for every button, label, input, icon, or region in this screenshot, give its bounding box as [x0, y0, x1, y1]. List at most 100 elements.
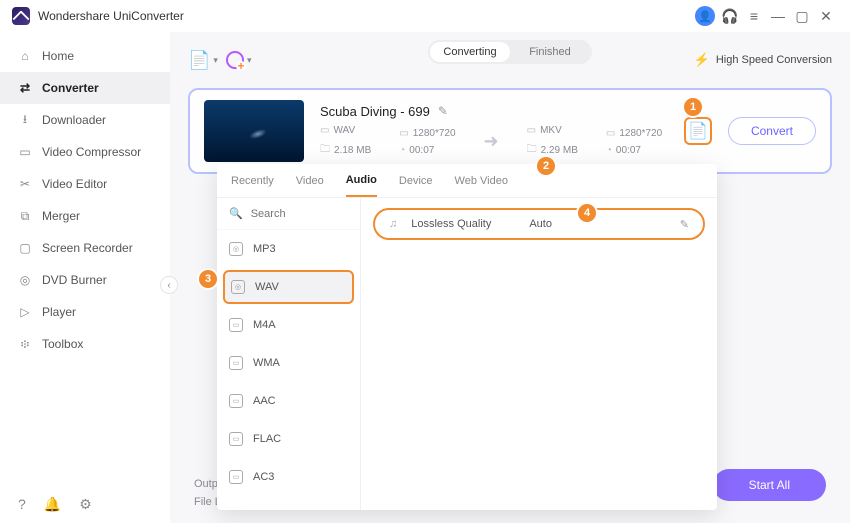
scissors-icon: ✂: [18, 177, 32, 191]
sidebar-item-dvd[interactable]: ◎ DVD Burner: [0, 264, 170, 296]
format-label: AAC: [253, 395, 276, 407]
clock-icon: ◔: [606, 145, 612, 156]
bell-icon[interactable]: 🔔: [44, 496, 61, 513]
resolution-icon: ▭: [399, 128, 408, 139]
sidebar-item-player[interactable]: ▷Player: [0, 296, 170, 328]
tab-video[interactable]: Video: [296, 164, 324, 197]
support-icon[interactable]: 🎧: [720, 6, 740, 26]
src-res: 1280*720: [413, 128, 456, 139]
tab-finished[interactable]: Finished: [510, 42, 590, 62]
sidebar-item-merger[interactable]: ⧉Merger: [0, 200, 170, 232]
sidebar-item-converter[interactable]: ⇄ Converter: [0, 72, 170, 104]
converter-icon: ⇄: [18, 81, 32, 95]
resolution-icon: ▭: [606, 128, 615, 139]
format-item-flac[interactable]: ▭FLAC: [217, 420, 360, 458]
task-card: Scuba Diving - 699 ✎ ▭ WAV 🗀 2.18 MB ▭ 1280…: [188, 88, 832, 174]
settings-icon[interactable]: ⚙: [79, 496, 92, 513]
format-item-wav[interactable]: ◎ WAV: [223, 270, 354, 304]
format-item-ac3[interactable]: ▭AC3: [217, 458, 360, 496]
sidebar-item-toolbox[interactable]: ፨ Toolbox: [0, 328, 170, 360]
video-thumbnail[interactable]: [204, 100, 304, 162]
src-size: 2.18 MB: [334, 145, 371, 156]
rename-icon[interactable]: ✎: [438, 104, 448, 118]
add-url-button[interactable]: ▾: [226, 51, 252, 69]
src-dur: 00:07: [409, 145, 434, 156]
sidebar-item-label: Video Editor: [42, 177, 107, 191]
sidebar-item-label: Converter: [42, 81, 99, 95]
tab-device[interactable]: Device: [399, 164, 433, 197]
sidebar: ⌂Home ⇄ Converter ⭳Downloader ▭ Video Comp…: [0, 32, 170, 523]
chevron-down-icon: ▾: [247, 55, 252, 66]
sidebar-item-recorder[interactable]: ▢Screen Recorder: [0, 232, 170, 264]
file-add-icon: 📄: [188, 50, 210, 71]
callout-1: 1: [684, 98, 702, 116]
sidebar-item-label: Video Compressor: [42, 145, 141, 159]
sidebar-item-label: Home: [42, 49, 74, 63]
start-all-button[interactable]: Start All: [713, 469, 826, 501]
disc-icon: ◎: [231, 280, 245, 294]
format-icon: ▭: [527, 125, 536, 136]
src-format: WAV: [333, 125, 355, 136]
output-format-button[interactable]: 📄: [684, 117, 712, 145]
dst-res: 1280*720: [619, 128, 662, 139]
format-icon: ▭: [320, 125, 329, 136]
convert-button[interactable]: Convert: [728, 117, 816, 145]
sidebar-item-compressor[interactable]: ▭ Video Compressor: [0, 136, 170, 168]
format-item-m4a[interactable]: ▭ M4A: [217, 306, 360, 344]
sidebar-item-label: Screen Recorder: [42, 241, 133, 255]
tab-audio[interactable]: Audio: [346, 164, 377, 197]
tab-converting[interactable]: Converting: [430, 42, 510, 62]
audio-icon: ▭: [229, 432, 243, 446]
help-icon[interactable]: ?: [18, 496, 26, 513]
menu-icon[interactable]: ≡: [744, 6, 764, 26]
format-item-wma[interactable]: ▭WMA: [217, 344, 360, 382]
compress-icon: ▭: [18, 145, 32, 159]
sidebar-item-label: Toolbox: [42, 337, 83, 351]
format-label: MP3: [253, 243, 276, 255]
clock-icon: ◔: [399, 145, 405, 156]
audio-icon: ▭: [229, 318, 243, 332]
task-name: Scuba Diving - 699: [320, 104, 430, 119]
minimize-button[interactable]: —: [768, 6, 788, 26]
grid-icon: ፨: [18, 337, 32, 352]
arrow-right-icon: ➜: [484, 131, 499, 152]
toolbar: 📄 ▾ ▾ Converting Finished ⚡ High Speed C…: [188, 42, 832, 78]
dst-dur: 00:07: [616, 145, 641, 156]
folder-icon: 🗀: [527, 142, 537, 159]
tab-recently[interactable]: Recently: [231, 164, 274, 197]
audio-icon: ▭: [229, 470, 243, 484]
close-button[interactable]: ✕: [816, 6, 836, 26]
url-add-icon: [226, 51, 244, 69]
app-logo: [12, 7, 30, 25]
format-label: M4A: [253, 319, 276, 331]
chevron-down-icon: ▾: [213, 55, 218, 66]
format-item-mp3[interactable]: ◎MP3: [217, 230, 360, 268]
format-popover: Recently Video Audio Device Web Video 🔍 …: [217, 164, 717, 510]
callout-4: 4: [578, 204, 596, 222]
tab-webvideo[interactable]: Web Video: [455, 164, 508, 197]
disc-icon: ◎: [18, 273, 32, 287]
sidebar-item-home[interactable]: ⌂Home: [0, 40, 170, 72]
audio-icon: ▭: [229, 394, 243, 408]
download-icon: ⭳: [18, 110, 32, 131]
sidebar-item-downloader[interactable]: ⭳Downloader: [0, 104, 170, 136]
titlebar: Wondershare UniConverter 👤 🎧 ≡ — ▢ ✕: [0, 0, 850, 32]
edit-preset-icon[interactable]: ✎: [680, 218, 689, 231]
maximize-button[interactable]: ▢: [792, 6, 812, 26]
format-label: WAV: [255, 281, 279, 293]
format-label: WMA: [253, 357, 280, 369]
sidebar-item-label: DVD Burner: [42, 273, 107, 287]
play-icon: ▷: [18, 305, 32, 319]
folder-icon: 🗀: [320, 142, 330, 159]
app-title: Wondershare UniConverter: [38, 9, 184, 23]
callout-2: 2: [537, 157, 555, 175]
add-file-button[interactable]: 📄 ▾: [188, 50, 218, 71]
account-icon[interactable]: 👤: [695, 6, 715, 26]
high-speed-toggle[interactable]: ⚡ High Speed Conversion: [694, 52, 832, 68]
sidebar-item-editor[interactable]: ✂ Video Editor: [0, 168, 170, 200]
format-search-input[interactable]: [251, 208, 361, 220]
preset-row[interactable]: ♫ Lossless Quality Auto ✎: [373, 208, 705, 240]
preset-rate: Auto: [529, 218, 552, 230]
dst-size: 2.29 MB: [541, 145, 578, 156]
format-item-aac[interactable]: ▭ AAC: [217, 382, 360, 420]
